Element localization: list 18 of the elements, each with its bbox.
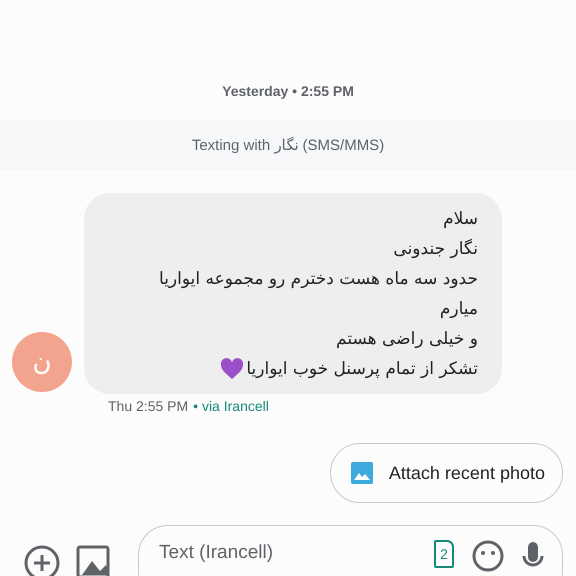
- heart-icon: [220, 358, 244, 380]
- carrier-label: • via Irancell: [193, 398, 269, 414]
- message-text: میارم: [440, 298, 478, 321]
- sim-selector[interactable]: 2: [434, 540, 454, 568]
- message-text: تشکر از تمام پرسنل خوب ایواریا: [246, 358, 478, 381]
- image-icon: [350, 462, 373, 484]
- banner-text: Texting with نگار (SMS/MMS): [192, 136, 384, 154]
- message-time: Thu 2:55 PM: [108, 398, 188, 414]
- message-text: نگار جندونی: [393, 238, 478, 261]
- attach-photo-chip[interactable]: Attach recent photo: [330, 443, 563, 503]
- message-text: و خیلی راضی هستم: [336, 328, 478, 351]
- message-input[interactable]: Text (Irancell) 2: [138, 525, 563, 576]
- date-divider: Yesterday • 2:55 PM: [222, 82, 354, 101]
- gallery-icon[interactable]: [76, 545, 112, 576]
- message-text: حدود سه ماه هست دخترم رو مجموعه ایواریا: [159, 268, 478, 291]
- add-icon[interactable]: [24, 545, 60, 576]
- message-text: سلام: [443, 208, 478, 231]
- emoji-icon[interactable]: [472, 540, 504, 572]
